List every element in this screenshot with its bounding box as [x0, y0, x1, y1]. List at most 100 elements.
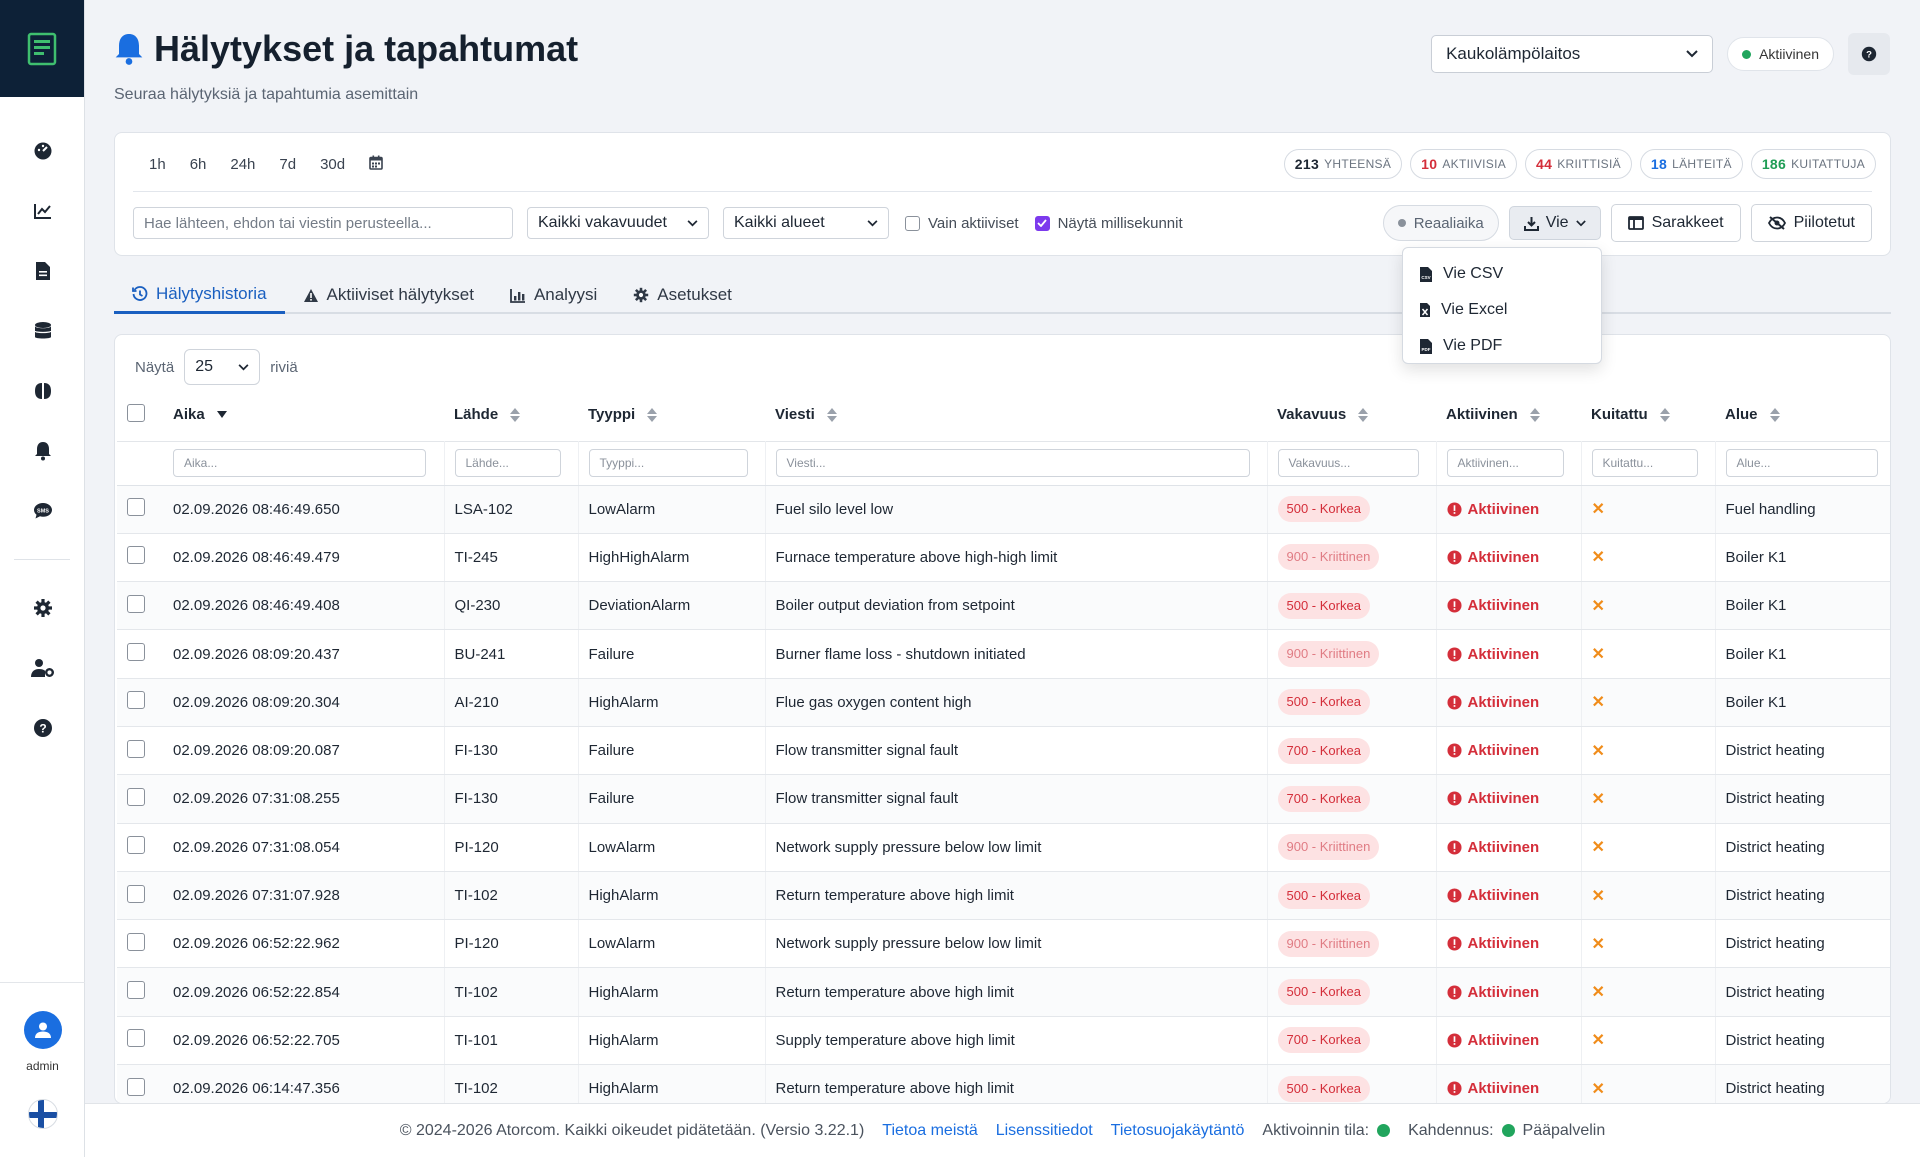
privacy-link[interactable]: Tietosuojakäytäntö	[1111, 1122, 1245, 1140]
export-excel-item[interactable]: Vie Excel	[1403, 292, 1601, 328]
time-range-1h[interactable]: 1h	[137, 150, 178, 179]
not-acknowledged-icon[interactable]: ✕	[1592, 646, 1605, 663]
columns-button[interactable]: Sarakkeet	[1610, 204, 1741, 242]
col-header-type[interactable]: Tyyppi	[578, 389, 765, 441]
row-checkbox[interactable]	[127, 981, 145, 1000]
table-row[interactable]: 02.09.2026 06:52:22.854 TI-102 HighAlarm Re…	[117, 967, 1890, 1017]
not-acknowledged-icon[interactable]: ✕	[1592, 791, 1605, 808]
table-row[interactable]: 02.09.2026 07:31:08.255 FI-130 Failure Flow…	[117, 774, 1890, 824]
col-header-source[interactable]: Lähde	[444, 389, 578, 441]
table-row[interactable]: 02.09.2026 08:46:49.650 LSA-102 LowAlarm Fu…	[117, 485, 1890, 534]
table-row[interactable]: 02.09.2026 08:09:20.437 BU-241 Failure Burn…	[117, 629, 1890, 679]
row-checkbox[interactable]	[127, 932, 145, 951]
row-checkbox[interactable]	[127, 1077, 145, 1096]
table-row[interactable]: 02.09.2026 08:09:20.304 AI-210 HighAlarm Fl…	[117, 678, 1890, 727]
page-size-select[interactable]: 25	[184, 349, 261, 385]
not-acknowledged-icon[interactable]: ✕	[1592, 888, 1605, 905]
export-button[interactable]: Vie	[1508, 206, 1601, 240]
table-row[interactable]: 02.09.2026 06:14:47.356 TI-102 HighAlarm Re…	[117, 1064, 1890, 1103]
time-range-6h[interactable]: 6h	[178, 150, 219, 179]
nav-reports[interactable]	[0, 241, 85, 301]
row-checkbox[interactable]	[127, 691, 145, 710]
col-header-message[interactable]: Viesti	[765, 389, 1267, 441]
filter-time-input[interactable]: Aika...	[173, 449, 426, 477]
help-button[interactable]: ?	[1848, 33, 1890, 75]
table-row[interactable]: 02.09.2026 08:09:20.087 FI-130 Failure Flow…	[117, 726, 1890, 776]
time-range-24h[interactable]: 24h	[218, 150, 267, 179]
only-active-checkbox[interactable]: Vain aktiiviset	[905, 215, 1019, 232]
filter-area-input[interactable]: Alue...	[1725, 449, 1878, 477]
custom-date-button[interactable]	[357, 149, 395, 180]
area-select[interactable]: Kaikki alueet	[723, 207, 889, 239]
nav-settings[interactable]	[0, 578, 85, 638]
tab-settings[interactable]: Asetukset	[615, 276, 750, 314]
table-row[interactable]: 02.09.2026 08:46:49.408 QI-230 DeviationAl…	[117, 581, 1890, 631]
row-checkbox[interactable]	[127, 884, 145, 903]
col-header-acknowledged[interactable]: Kuitattu	[1581, 389, 1715, 441]
nav-help[interactable]: ?	[0, 698, 85, 758]
table-row[interactable]: 02.09.2026 06:52:22.705 TI-101 HighAlarm Su…	[117, 1016, 1890, 1066]
tab-analysis[interactable]: Analyysi	[492, 276, 615, 314]
not-acknowledged-icon[interactable]: ✕	[1592, 743, 1605, 760]
nav-sms[interactable]: SMS	[0, 481, 85, 541]
not-acknowledged-icon[interactable]: ✕	[1592, 984, 1605, 1001]
show-ms-checkbox[interactable]: Näytä millisekunnit	[1034, 215, 1183, 232]
time-range-30d[interactable]: 30d	[308, 150, 357, 179]
export-csv-item[interactable]: CSV Vie CSV	[1403, 256, 1601, 292]
row-checkbox[interactable]	[127, 1029, 145, 1048]
row-checkbox[interactable]	[127, 739, 145, 758]
checkbox-checked[interactable]	[1034, 215, 1050, 231]
filter-active-input[interactable]: Aktiivinen...	[1446, 449, 1564, 477]
tab-alarm-history[interactable]: Hälytyshistoria	[114, 276, 285, 314]
filter-type-input[interactable]: Tyyppi...	[588, 449, 748, 477]
nav-database[interactable]	[0, 301, 85, 361]
row-checkbox[interactable]	[127, 594, 145, 613]
col-header-severity[interactable]: Vakavuus	[1267, 389, 1436, 441]
plant-select[interactable]: Kaukolämpölaitos	[1431, 35, 1714, 73]
not-acknowledged-icon[interactable]: ✕	[1592, 1032, 1605, 1049]
filter-acknowledged-input[interactable]: Kuitattu...	[1591, 449, 1698, 477]
avatar[interactable]	[23, 1011, 62, 1049]
page-subtitle: Seuraa hälytyksiä ja tapahtumia asemitta…	[114, 86, 419, 103]
nav-dashboard[interactable]	[0, 121, 85, 181]
table-row[interactable]: 02.09.2026 07:31:08.054 PI-120 LowAlarm Net…	[117, 823, 1890, 872]
not-acknowledged-icon[interactable]: ✕	[1592, 501, 1605, 518]
row-checkbox[interactable]	[127, 787, 145, 806]
table-row[interactable]: 02.09.2026 06:52:22.962 PI-120 LowAlarm Net…	[117, 919, 1890, 969]
nav-users[interactable]	[0, 638, 85, 698]
not-acknowledged-icon[interactable]: ✕	[1592, 839, 1605, 856]
col-header-time[interactable]: Aika	[163, 389, 444, 441]
table-row[interactable]: 02.09.2026 08:46:49.479 TI-245 HighHighAla…	[117, 533, 1890, 583]
not-acknowledged-icon[interactable]: ✕	[1592, 936, 1605, 953]
row-checkbox[interactable]	[127, 836, 145, 855]
time-range-7d[interactable]: 7d	[267, 150, 308, 179]
row-checkbox[interactable]	[127, 498, 145, 517]
row-checkbox[interactable]	[127, 643, 145, 662]
severity-select[interactable]: Kaikki vakavuudet	[527, 207, 709, 239]
not-acknowledged-icon[interactable]: ✕	[1592, 549, 1605, 566]
finland-flag-icon[interactable]	[27, 1099, 58, 1129]
not-acknowledged-icon[interactable]: ✕	[1592, 1081, 1605, 1098]
nav-ai[interactable]	[0, 361, 85, 421]
tab-active-alarms[interactable]: Aktiiviset hälytykset	[285, 276, 492, 314]
table-row[interactable]: 02.09.2026 07:31:07.928 TI-102 HighAlarm Re…	[117, 871, 1890, 921]
nav-trends[interactable]	[0, 181, 85, 241]
col-header-area[interactable]: Alue	[1715, 389, 1890, 441]
hidden-button[interactable]: Piilotetut	[1750, 204, 1872, 242]
app-logo[interactable]	[0, 0, 84, 97]
about-link[interactable]: Tietoa meistä	[882, 1122, 977, 1140]
row-checkbox[interactable]	[127, 546, 145, 565]
nav-alarms[interactable]	[0, 421, 85, 481]
export-pdf-item[interactable]: PDF Vie PDF	[1403, 328, 1601, 364]
checkbox-box[interactable]	[905, 215, 920, 231]
license-link[interactable]: Lisenssitiedot	[996, 1122, 1093, 1140]
filter-severity-input[interactable]: Vakavuus...	[1277, 449, 1419, 477]
filter-message-input[interactable]: Viesti...	[775, 449, 1250, 477]
not-acknowledged-icon[interactable]: ✕	[1592, 598, 1605, 615]
realtime-toggle[interactable]: Reaaliaika	[1382, 205, 1499, 241]
not-acknowledged-icon[interactable]: ✕	[1592, 694, 1605, 711]
col-header-active[interactable]: Aktiivinen	[1436, 389, 1581, 441]
select-all-checkbox[interactable]	[127, 403, 145, 422]
search-input[interactable]	[133, 207, 513, 239]
filter-source-input[interactable]: Lähde...	[454, 449, 561, 477]
